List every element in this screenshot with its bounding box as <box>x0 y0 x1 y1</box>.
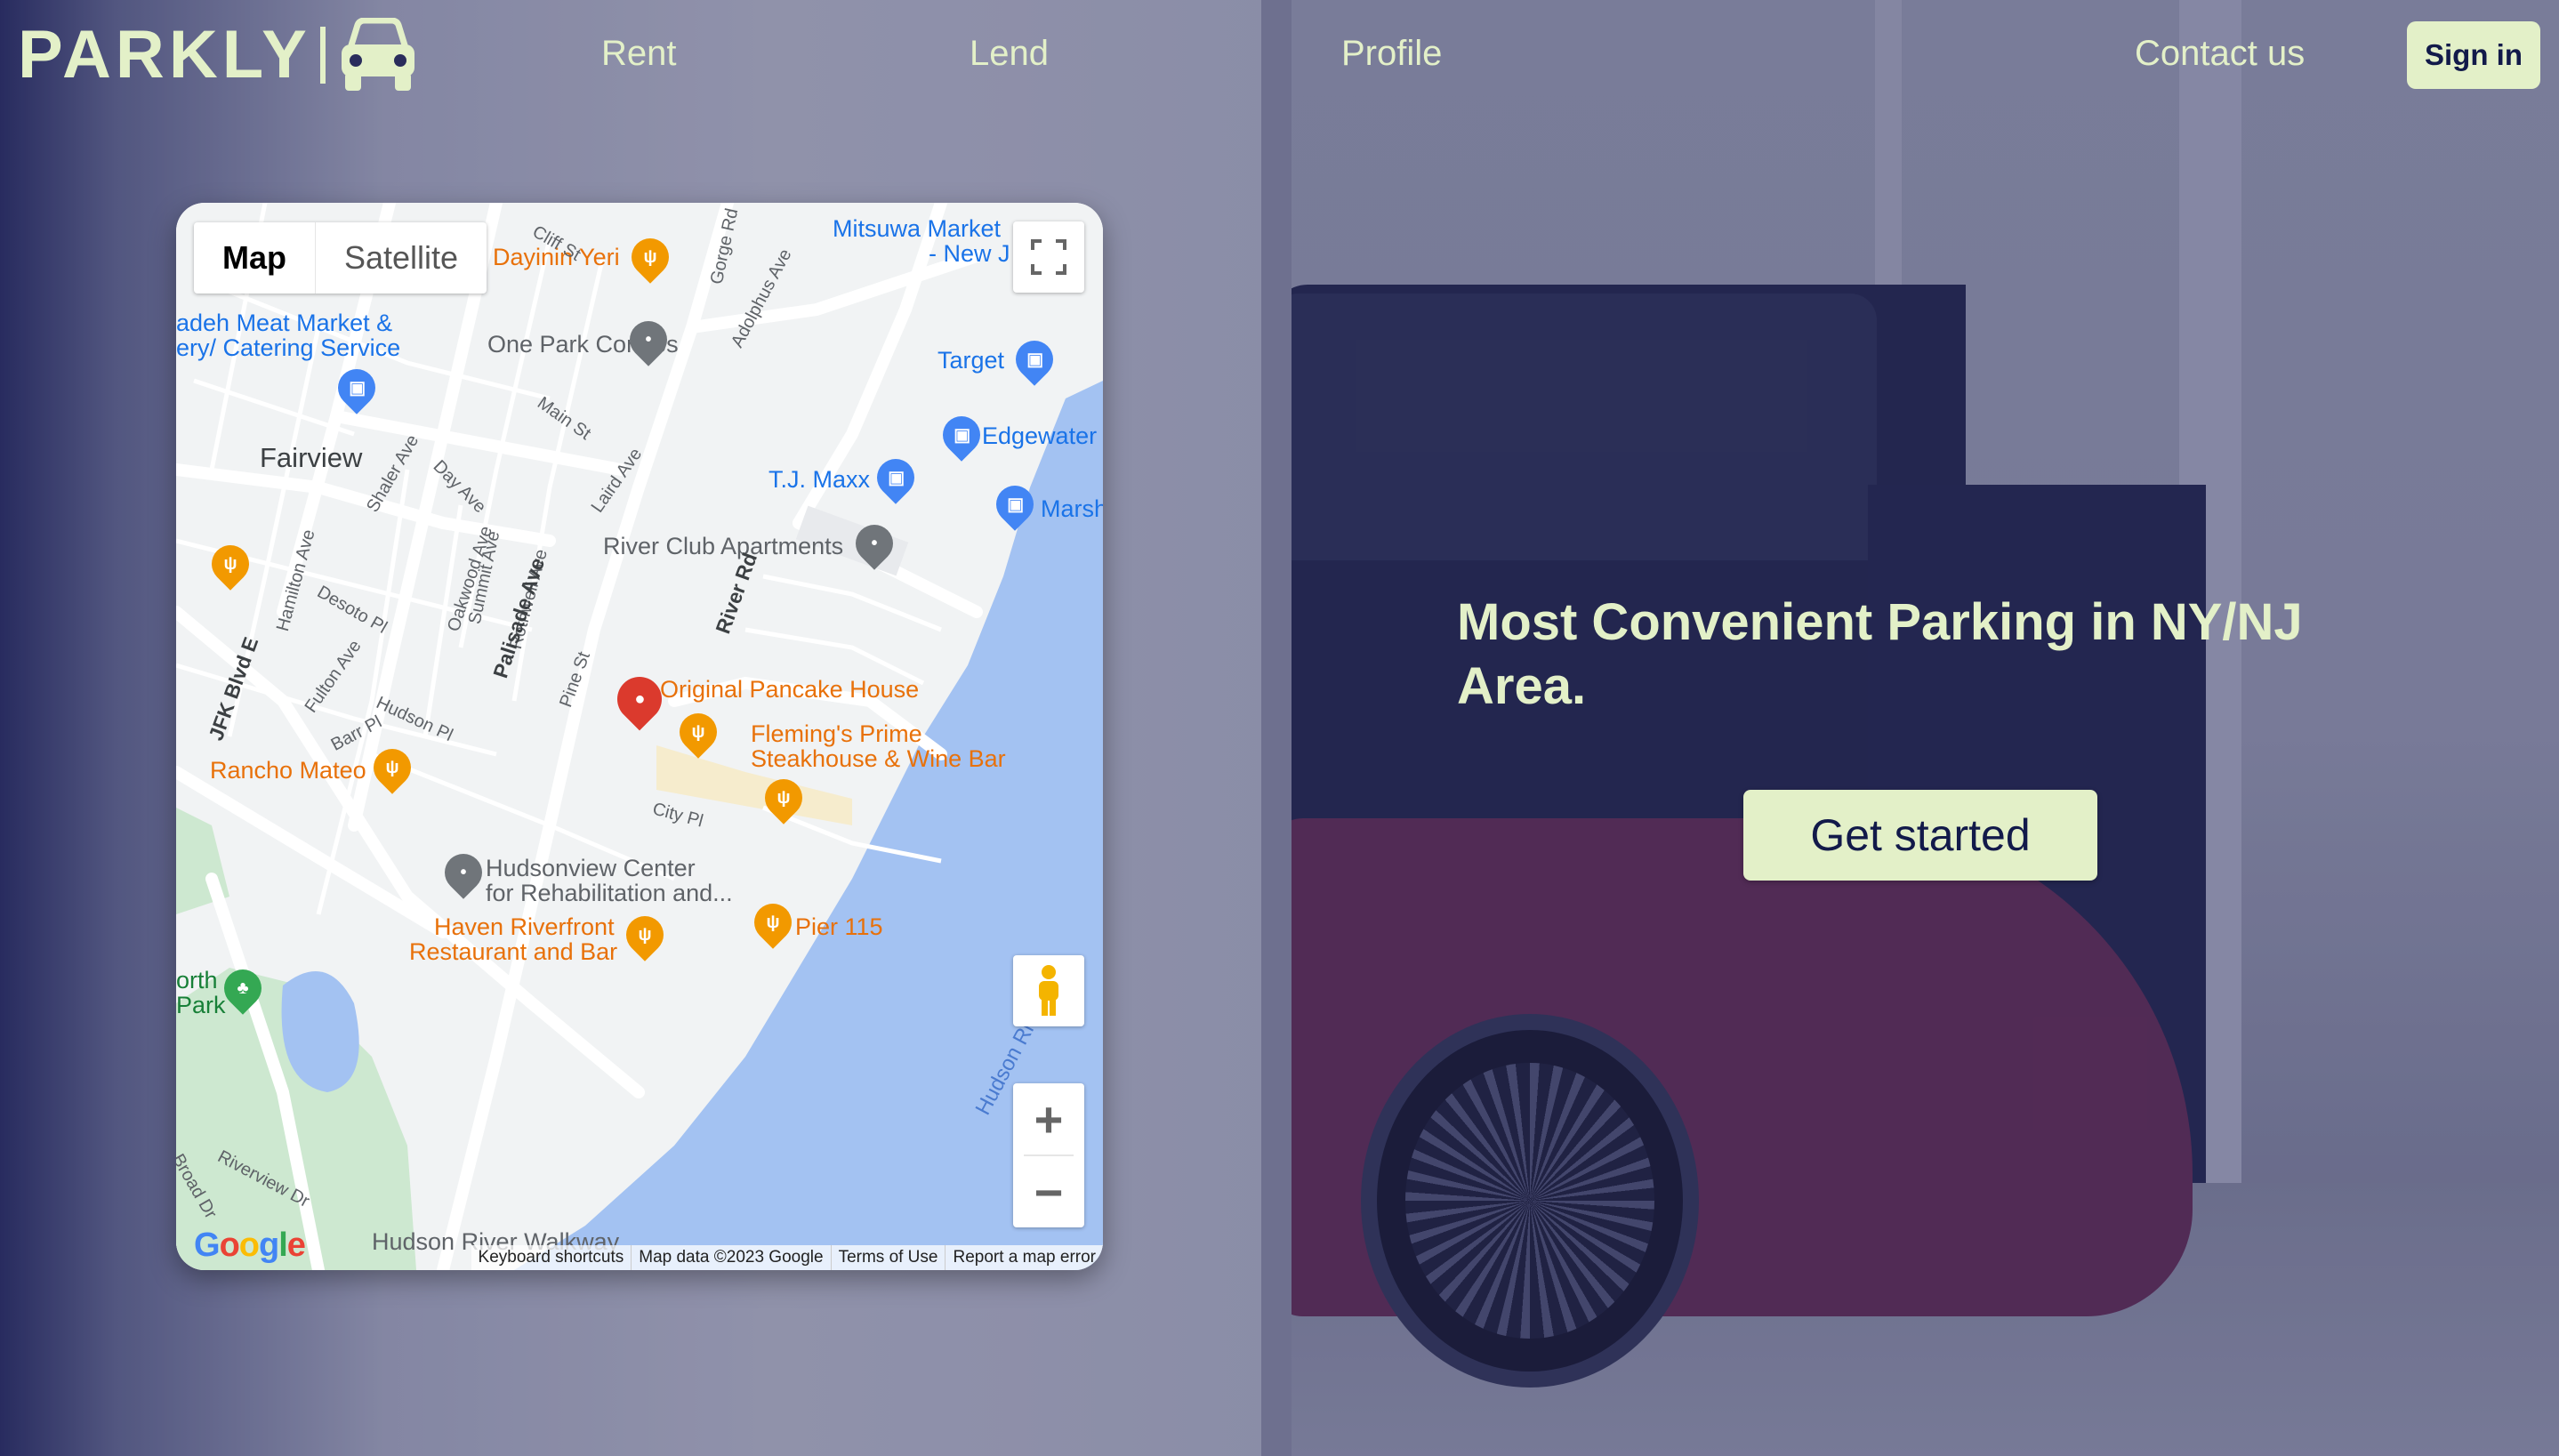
map-type-map-button[interactable]: Map <box>194 222 315 294</box>
street-view-pegman-button[interactable] <box>1013 955 1084 1026</box>
place-label[interactable]: Steakhouse & Wine Bar <box>751 746 1006 772</box>
place-label[interactable]: Mitsuwa Market <box>833 216 1001 242</box>
place-label[interactable]: Original Pancake House <box>660 677 919 703</box>
place-label[interactable]: River Club Apartments <box>603 534 843 559</box>
zoom-control: + − <box>1013 1083 1084 1227</box>
place-label[interactable]: T.J. Maxx <box>769 467 870 493</box>
map-attribution: Keyboard shortcuts Map data ©2023 Google… <box>471 1245 1103 1270</box>
place-label[interactable]: Target <box>937 348 1004 374</box>
map-data-text: Map data ©2023 Google <box>631 1245 830 1270</box>
place-label[interactable]: ery/ Catering Service <box>176 335 400 361</box>
google-map[interactable]: Mitsuwa Market - New J Dayinin Yeri One … <box>176 203 1103 1270</box>
place-label[interactable]: Fleming's Prime <box>751 721 922 747</box>
hero-headline: Most Convenient Parking in NY/NJ Area. <box>1457 593 2303 715</box>
nav-contact-link[interactable]: Contact us <box>2135 34 2305 74</box>
place-label[interactable]: Rancho Mateo <box>210 758 366 784</box>
zoom-in-button[interactable]: + <box>1013 1083 1084 1154</box>
place-label[interactable]: for Rehabilitation and... <box>486 881 733 906</box>
get-started-button[interactable]: Get started <box>1743 790 2097 881</box>
brand-logo[interactable]: PARKLY <box>18 18 418 93</box>
place-label[interactable]: Marsh <box>1041 496 1103 522</box>
place-label[interactable]: - New J <box>929 241 1010 267</box>
place-label[interactable]: Hudsonview Center <box>486 856 696 881</box>
fullscreen-button[interactable] <box>1013 221 1084 293</box>
sign-in-button[interactable]: Sign in <box>2407 21 2540 89</box>
place-label[interactable]: Park <box>176 993 226 1018</box>
place-label[interactable]: adeh Meat Market & <box>176 310 392 336</box>
report-map-error-link[interactable]: Report a map error <box>945 1245 1103 1270</box>
logo-divider <box>319 27 326 84</box>
place-label[interactable]: Haven Riverfront <box>434 914 615 940</box>
map-type-satellite-button[interactable]: Satellite <box>316 222 487 294</box>
car-icon <box>341 18 414 91</box>
pegman-icon <box>1039 965 1058 1016</box>
neighborhood-label: Fairview <box>260 442 363 473</box>
terms-of-use-link[interactable]: Terms of Use <box>830 1245 946 1270</box>
place-label[interactable]: Pier 115 <box>795 914 883 940</box>
google-logo: Google <box>194 1227 306 1264</box>
keyboard-shortcuts-link[interactable]: Keyboard shortcuts <box>471 1245 632 1270</box>
place-label[interactable]: Restaurant and Bar <box>409 939 617 965</box>
place-label[interactable]: Edgewater <box>982 423 1097 449</box>
map-footer: Google Keyboard shortcuts Map data ©2023… <box>176 1227 1103 1270</box>
brand-name: PARKLY <box>18 17 311 93</box>
place-label[interactable]: orth <box>176 968 218 993</box>
nav-rent-link[interactable]: Rent <box>601 34 677 74</box>
zoom-out-button[interactable]: − <box>1013 1156 1084 1227</box>
map-type-control: Map Satellite <box>194 222 487 294</box>
nav-lend-link[interactable]: Lend <box>970 34 1049 74</box>
nav-profile-link[interactable]: Profile <box>1341 34 1442 74</box>
fullscreen-icon <box>1031 239 1066 275</box>
top-nav: PARKLY Rent Lend Profile Contact us Sign… <box>0 0 2559 116</box>
